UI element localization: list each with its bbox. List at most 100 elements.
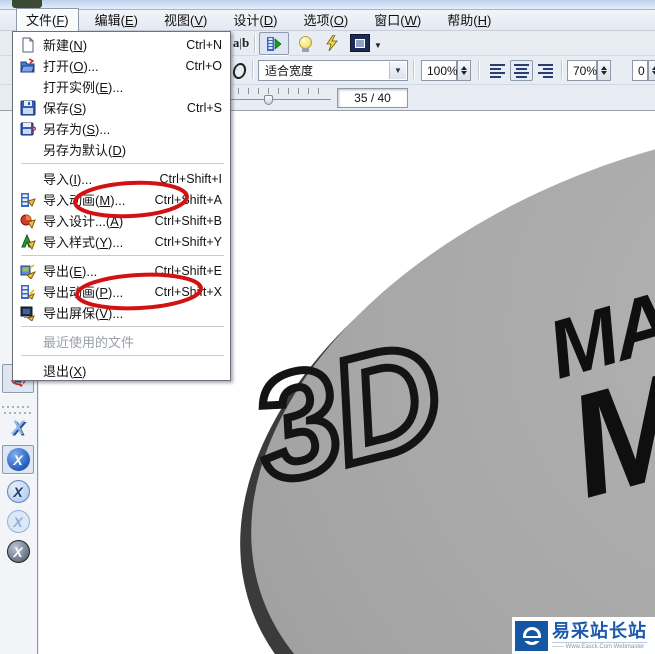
bevel-percent-value: 70% (573, 63, 598, 78)
menu-item-shortcut: Ctrl+N (186, 37, 222, 52)
watermark-subtext: —— Www.Easck.Com Webmaster (552, 641, 647, 650)
toolbar-separator (413, 60, 415, 79)
import-design-icon (13, 213, 43, 229)
window-icon (12, 0, 42, 8)
watermark-logo-icon (515, 620, 548, 651)
new-file-icon (13, 37, 43, 53)
outline-o-icon[interactable] (230, 62, 248, 80)
circle-x-outline-icon: X (6, 510, 30, 533)
menu-item-label: 导出(E)... (43, 264, 98, 279)
frame-counter: 35 / 40 (337, 88, 408, 108)
file-menu-panel: 新建(N) Ctrl+N 打开(O)... Ctrl+O 打开实例(E)... 保存(S)… (12, 31, 231, 381)
menu-item-label: 另存为(S)... (43, 122, 111, 137)
style-x-dark-button[interactable]: X (2, 537, 34, 566)
frame-slider-track[interactable] (228, 99, 331, 100)
filmstrip-play-icon (267, 36, 282, 51)
bevel-percent-spinner[interactable] (597, 60, 611, 81)
lightning-icon[interactable] (322, 33, 342, 53)
menu-item[interactable]: 新建(N) Ctrl+N (13, 34, 230, 55)
menubar: 文件(F) 编辑(E) 视图(V) 设计(D) 选项(O) 窗口(W) 帮助(H) (0, 8, 655, 32)
letter-x-3d-icon: X (11, 417, 25, 439)
zoom-percent-value: 100% (427, 63, 458, 78)
menu-separator (21, 326, 224, 327)
menu-item[interactable]: 导出动画(P)... Ctrl+Shift+X (13, 281, 230, 302)
menu-item-shortcut: Ctrl+Shift+B (154, 213, 222, 228)
align-right-button[interactable] (534, 60, 557, 81)
export-screensaver-icon (13, 305, 43, 321)
menu-item[interactable]: 导入动画(M)... Ctrl+Shift+A (13, 189, 230, 210)
frame-slider-thumb[interactable] (264, 95, 273, 105)
menu-item[interactable]: 打开(O)... Ctrl+O (13, 55, 230, 76)
menu-item-shortcut: Ctrl+O (185, 58, 222, 73)
menu-item[interactable]: 另存为默认(D) (13, 139, 230, 160)
menu-item[interactable]: 导出屏保(V)... (13, 302, 230, 323)
toolbar-separator (561, 60, 563, 79)
menu-item-shortcut: Ctrl+Shift+A (154, 192, 222, 207)
open-file-icon (13, 57, 43, 74)
menu-item[interactable]: 导入设计...(A) Ctrl+Shift+B (13, 210, 230, 231)
menu-item-shortcut: Ctrl+Shift+I (159, 171, 222, 186)
menu-item-label: 另存为默认(D) (43, 143, 127, 158)
style-x-outline-button[interactable]: X (2, 507, 34, 536)
export-animation-icon (13, 284, 43, 300)
menu-file[interactable]: 文件(F) (16, 8, 79, 32)
watermark: 易采站长站 —— Www.Easck.Com Webmaster (512, 617, 655, 654)
zoom-percent-spinner[interactable] (457, 60, 471, 81)
menu-window[interactable]: 窗口(W) (364, 8, 431, 32)
menu-item-label: 导入(I)... (43, 172, 93, 187)
combobox-dropdown-arrow[interactable]: ▼ (389, 62, 406, 79)
circle-x-sphere-icon: X (6, 448, 30, 471)
angle-value: 0 (638, 63, 645, 78)
background-style-icon[interactable] (350, 34, 370, 52)
menu-item-label: 导入设计...(A) (43, 214, 124, 229)
menu-item[interactable]: 导入样式(Y)... Ctrl+Shift+Y (13, 231, 230, 252)
menu-item[interactable]: 退出(X) (13, 360, 230, 381)
animation-play-toggle[interactable] (259, 32, 289, 55)
menu-item-label: 导入样式(Y)... (43, 235, 124, 250)
menu-item-label: 新建(N) (43, 38, 88, 53)
menu-design[interactable]: 设计(D) (223, 8, 287, 32)
menu-item-shortcut: Ctrl+Shift+E (154, 263, 222, 278)
lightbulb-icon[interactable] (295, 34, 315, 53)
menu-item-label: 退出(X) (43, 364, 87, 379)
style-x-sphere-button[interactable]: X (2, 445, 34, 474)
align-left-button[interactable] (486, 60, 509, 81)
import-animation-icon (13, 192, 43, 208)
save-as-icon: ? (13, 121, 43, 137)
menu-options[interactable]: 选项(O) (293, 8, 358, 32)
kerning-ab-icon[interactable]: a | b (230, 34, 252, 52)
menu-item[interactable]: 保存(S) Ctrl+S (13, 97, 230, 118)
style-x-shadow-button[interactable]: X (2, 477, 34, 506)
menu-separator (21, 355, 224, 356)
circle-x-dark-icon: X (6, 540, 30, 563)
menu-view[interactable]: 视图(V) (154, 8, 217, 32)
angle-spinner[interactable] (648, 60, 655, 81)
menu-edit[interactable]: 编辑(E) (85, 8, 148, 32)
zoom-fit-combobox[interactable]: 适合宽度 ▼ (258, 60, 408, 81)
menu-item-label: 导出动画(P)... (43, 285, 124, 300)
menu-separator (21, 163, 224, 164)
import-style-icon (13, 233, 43, 250)
menu-item-label: 导入动画(M)... (43, 193, 126, 208)
align-center-button[interactable] (510, 60, 533, 81)
background-style-dropdown-arrow[interactable]: ▼ (374, 41, 382, 50)
menu-item[interactable]: 导入(I)... Ctrl+Shift+I (13, 168, 230, 189)
zoom-percent-field[interactable]: 100% (421, 60, 458, 81)
menu-item-label: 最近使用的文件 (43, 335, 135, 350)
menu-item[interactable]: 打开实例(E)... (13, 76, 230, 97)
menu-item-label: 导出屏保(V)... (43, 306, 124, 321)
frame-counter-value: 35 / 40 (354, 91, 391, 105)
toolbar-separator (254, 34, 256, 53)
menu-item-label: 打开(O)... (43, 59, 99, 74)
toolbar-separator (478, 60, 480, 79)
menu-item-label: 保存(S) (43, 101, 87, 116)
frame-slider-ticks (228, 88, 328, 94)
menu-help[interactable]: 帮助(H) (437, 8, 501, 32)
style-x-3d-button[interactable]: X (2, 414, 34, 443)
menu-item-shortcut: Ctrl+S (186, 100, 222, 115)
menu-item[interactable]: ? 另存为(S)... (13, 118, 230, 139)
menu-item[interactable]: 导出(E)... Ctrl+Shift+E (13, 260, 230, 281)
angle-field[interactable]: 0 (632, 60, 648, 81)
save-icon (13, 100, 43, 116)
bevel-percent-field[interactable]: 70% (567, 60, 597, 81)
